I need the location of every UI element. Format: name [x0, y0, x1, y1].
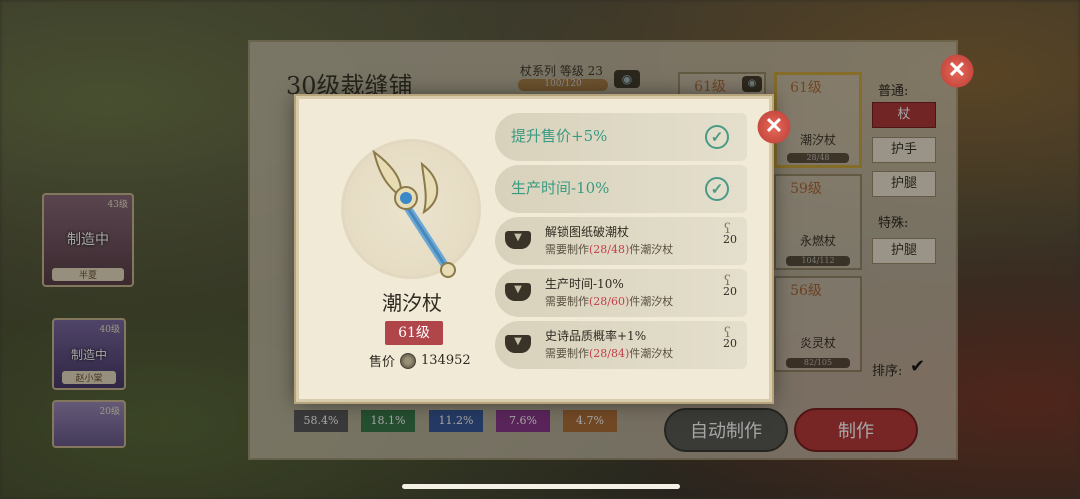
bonus-locked: ▼ 解锁图纸破潮杖 需要制作(28/48)件潮汐杖 ʕ 20 — [495, 217, 747, 265]
bonus-text: 提升售价+5% — [511, 127, 608, 145]
check-icon: ✓ — [705, 125, 729, 149]
bonus-locked: ▼ 生产时间-10% 需要制作(28/60)件潮汐杖 ʕ 20 — [495, 269, 747, 317]
lock-icon: ▼ — [505, 231, 531, 249]
bonus-requirement: 需要制作(28/84)件潮汐杖 — [545, 347, 674, 360]
staff-icon — [372, 149, 456, 278]
close-icon[interactable]: ✕ — [938, 52, 976, 90]
close-icon[interactable]: ✕ — [755, 108, 793, 146]
item-emblem — [341, 139, 481, 279]
bonus-unlocked: 提升售价+5% ✓ — [495, 113, 747, 161]
price-value: 134952 — [421, 353, 471, 368]
home-indicator[interactable] — [402, 484, 680, 489]
bonus-unlocked: 生产时间-10% ✓ — [495, 165, 747, 213]
bonus-title: 史诗品质概率+1% — [545, 329, 647, 343]
lock-icon: ▼ — [505, 335, 531, 353]
bonus-cost: ʕ 20 — [723, 273, 737, 298]
bonus-text: 生产时间-10% — [511, 179, 610, 197]
item-title: 潮汐杖 — [382, 291, 442, 315]
scroll-icon: ʕ — [723, 325, 731, 341]
item-detail-modal: 潮汐杖 61级 售价 134952 提升售价+5% ✓ 生产时间-10% ✓ ▼… — [294, 94, 774, 404]
bonus-requirement: 需要制作(28/48)件潮汐杖 — [545, 243, 674, 256]
scroll-icon: ʕ — [723, 273, 731, 289]
bonus-locked: ▼ 史诗品质概率+1% 需要制作(28/84)件潮汐杖 ʕ 20 — [495, 321, 747, 369]
bonus-title: 解锁图纸破潮杖 — [545, 225, 630, 239]
bonus-cost: ʕ 20 — [723, 221, 737, 246]
bonus-requirement: 需要制作(28/60)件潮汐杖 — [545, 295, 674, 308]
bonus-title: 生产时间-10% — [545, 277, 624, 291]
price-row: 售价 134952 — [369, 351, 471, 370]
coin-icon — [400, 352, 417, 369]
level-badge: 61级 — [385, 321, 443, 345]
scroll-icon: ʕ — [723, 221, 731, 237]
lock-icon: ▼ — [505, 283, 531, 301]
bonus-cost: ʕ 20 — [723, 325, 737, 350]
check-icon: ✓ — [705, 177, 729, 201]
price-label: 售价 — [369, 355, 396, 370]
